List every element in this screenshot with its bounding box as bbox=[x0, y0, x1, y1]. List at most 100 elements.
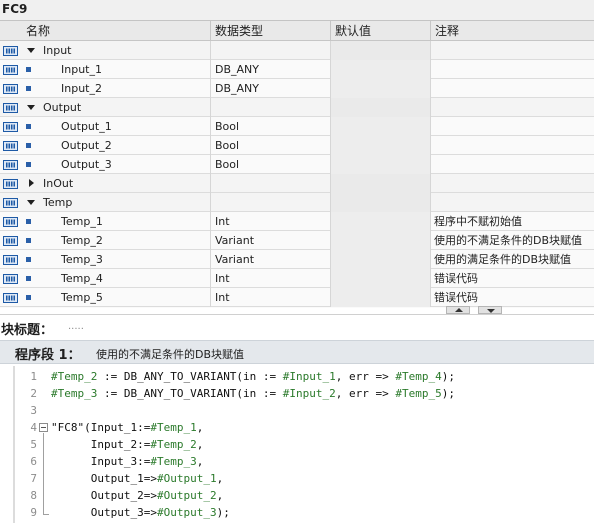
comment-cell[interactable] bbox=[430, 193, 594, 212]
code-text[interactable]: Output_3=>#Output_3); bbox=[51, 504, 230, 521]
name-cell[interactable]: Temp_5 bbox=[22, 288, 210, 307]
name-cell[interactable]: Input bbox=[22, 41, 210, 60]
table-row[interactable]: Temp_3 Variant 使用的满足条件的DB块赋值 bbox=[0, 250, 594, 269]
collapsed-triangle-icon[interactable] bbox=[29, 179, 34, 187]
code-line[interactable]: 5 Input_2:=#Temp_2, bbox=[15, 436, 594, 453]
table-row[interactable]: Temp_4 Int 错误代码 bbox=[0, 269, 594, 288]
network-header[interactable]: 程序段 1： 使用的不满足条件的DB块赋值 bbox=[0, 340, 594, 364]
name-cell[interactable]: Temp_3 bbox=[22, 250, 210, 269]
name-cell[interactable]: Input_2 bbox=[22, 79, 210, 98]
data-type-cell[interactable]: Int bbox=[210, 212, 330, 231]
comment-cell[interactable] bbox=[430, 60, 594, 79]
default-value-cell[interactable] bbox=[330, 79, 430, 98]
section-row[interactable]: Input bbox=[0, 41, 594, 60]
data-type-cell[interactable]: DB_ANY bbox=[210, 60, 330, 79]
data-type-cell[interactable]: Bool bbox=[210, 117, 330, 136]
comment-cell[interactable]: 错误代码 bbox=[430, 288, 594, 307]
table-row[interactable]: Input_1 DB_ANY bbox=[0, 60, 594, 79]
header-comment[interactable]: 注释 bbox=[430, 21, 594, 41]
default-value-cell[interactable] bbox=[330, 117, 430, 136]
comment-cell[interactable]: 使用的满足条件的DB块赋值 bbox=[430, 250, 594, 269]
code-line[interactable]: 2 #Temp_3 := DB_ANY_TO_VARIANT(in := #Inp… bbox=[15, 385, 594, 402]
name-cell[interactable]: Output_3 bbox=[22, 155, 210, 174]
fold-minus-icon[interactable] bbox=[39, 423, 48, 432]
section-row[interactable]: Temp bbox=[0, 193, 594, 212]
data-type-cell[interactable]: Bool bbox=[210, 136, 330, 155]
default-value-cell[interactable] bbox=[330, 60, 430, 79]
scroll-up-icon[interactable] bbox=[446, 306, 470, 314]
default-value-cell[interactable] bbox=[330, 193, 430, 212]
code-line[interactable]: 3 bbox=[15, 402, 594, 419]
data-type-cell[interactable]: Variant bbox=[210, 250, 330, 269]
network-title[interactable]: 使用的不满足条件的DB块赋值 bbox=[96, 346, 244, 362]
name-cell[interactable]: Temp_2 bbox=[22, 231, 210, 250]
comment-cell[interactable]: 程序中不赋初始值 bbox=[430, 212, 594, 231]
name-cell[interactable]: Temp_4 bbox=[22, 269, 210, 288]
code-line[interactable]: 1 #Temp_2 := DB_ANY_TO_VARIANT(in := #Inp… bbox=[15, 368, 594, 385]
data-type-cell[interactable]: Variant bbox=[210, 231, 330, 250]
table-row[interactable]: Temp_5 Int 错误代码 bbox=[0, 288, 594, 307]
default-value-cell[interactable] bbox=[330, 174, 430, 193]
code-text[interactable]: Output_2=>#Output_2, bbox=[51, 487, 223, 504]
table-row[interactable]: Output_1 Bool bbox=[0, 117, 594, 136]
name-cell[interactable]: Temp_1 bbox=[22, 212, 210, 231]
expand-triangle-icon[interactable] bbox=[27, 105, 35, 110]
code-line[interactable]: 4 "FC8"(Input_1:=#Temp_1, bbox=[15, 419, 594, 436]
comment-cell[interactable] bbox=[430, 155, 594, 174]
code-text[interactable]: Input_3:=#Temp_3, bbox=[51, 453, 204, 470]
section-row[interactable]: InOut bbox=[0, 174, 594, 193]
data-type-cell[interactable] bbox=[210, 98, 330, 117]
scroll-down-icon[interactable] bbox=[478, 306, 502, 314]
header-name[interactable]: 名称 bbox=[22, 21, 210, 41]
name-cell[interactable]: Output_2 bbox=[22, 136, 210, 155]
data-type-cell[interactable]: Int bbox=[210, 288, 330, 307]
name-cell[interactable]: Output bbox=[22, 98, 210, 117]
section-row[interactable]: Output bbox=[0, 98, 594, 117]
data-type-cell[interactable]: Int bbox=[210, 269, 330, 288]
code-line[interactable]: 8 Output_2=>#Output_2, bbox=[15, 487, 594, 504]
data-type-cell[interactable] bbox=[210, 193, 330, 212]
block-title-value[interactable]: ..... bbox=[68, 321, 84, 332]
scl-code-editor[interactable]: 1 #Temp_2 := DB_ANY_TO_VARIANT(in := #Inp… bbox=[13, 366, 594, 523]
code-text[interactable]: Output_1=>#Output_1, bbox=[51, 470, 223, 487]
default-value-cell[interactable] bbox=[330, 98, 430, 117]
default-value-cell[interactable] bbox=[330, 136, 430, 155]
default-value-cell[interactable] bbox=[330, 231, 430, 250]
default-value-cell[interactable] bbox=[330, 269, 430, 288]
code-line[interactable]: 6 Input_3:=#Temp_3, bbox=[15, 453, 594, 470]
name-cell[interactable]: Input_1 bbox=[22, 60, 210, 79]
code-text[interactable]: Input_2:=#Temp_2, bbox=[51, 436, 204, 453]
comment-cell[interactable]: 使用的不满足条件的DB块赋值 bbox=[430, 231, 594, 250]
name-cell[interactable]: InOut bbox=[22, 174, 210, 193]
expand-triangle-icon[interactable] bbox=[27, 200, 35, 205]
comment-cell[interactable] bbox=[430, 41, 594, 60]
default-value-cell[interactable] bbox=[330, 212, 430, 231]
code-line[interactable]: 9 Output_3=>#Output_3); bbox=[15, 504, 594, 521]
table-row[interactable]: Input_2 DB_ANY bbox=[0, 79, 594, 98]
data-type-cell[interactable]: Bool bbox=[210, 155, 330, 174]
name-cell[interactable]: Output_1 bbox=[22, 117, 210, 136]
default-value-cell[interactable] bbox=[330, 250, 430, 269]
code-text[interactable]: "FC8"(Input_1:=#Temp_1, bbox=[51, 419, 203, 436]
comment-cell[interactable] bbox=[430, 174, 594, 193]
data-type-cell[interactable]: DB_ANY bbox=[210, 79, 330, 98]
table-row[interactable]: Output_3 Bool bbox=[0, 155, 594, 174]
default-value-cell[interactable] bbox=[330, 41, 430, 60]
comment-cell[interactable] bbox=[430, 98, 594, 117]
data-type-cell[interactable] bbox=[210, 41, 330, 60]
comment-cell[interactable] bbox=[430, 79, 594, 98]
default-value-cell[interactable] bbox=[330, 155, 430, 174]
table-row[interactable]: Output_2 Bool bbox=[0, 136, 594, 155]
comment-cell[interactable] bbox=[430, 136, 594, 155]
data-type-cell[interactable] bbox=[210, 174, 330, 193]
comment-cell[interactable]: 错误代码 bbox=[430, 269, 594, 288]
table-row[interactable]: Temp_1 Int 程序中不赋初始值 bbox=[0, 212, 594, 231]
table-row[interactable]: Temp_2 Variant 使用的不满足条件的DB块赋值 bbox=[0, 231, 594, 250]
code-text[interactable]: #Temp_3 := DB_ANY_TO_VARIANT(in := #Inpu… bbox=[51, 385, 455, 402]
expand-triangle-icon[interactable] bbox=[27, 48, 35, 53]
code-text[interactable]: #Temp_2 := DB_ANY_TO_VARIANT(in := #Inpu… bbox=[51, 368, 455, 385]
default-value-cell[interactable] bbox=[330, 288, 430, 307]
code-line[interactable]: 7 Output_1=>#Output_1, bbox=[15, 470, 594, 487]
comment-cell[interactable] bbox=[430, 117, 594, 136]
header-data-type[interactable]: 数据类型 bbox=[210, 21, 330, 41]
